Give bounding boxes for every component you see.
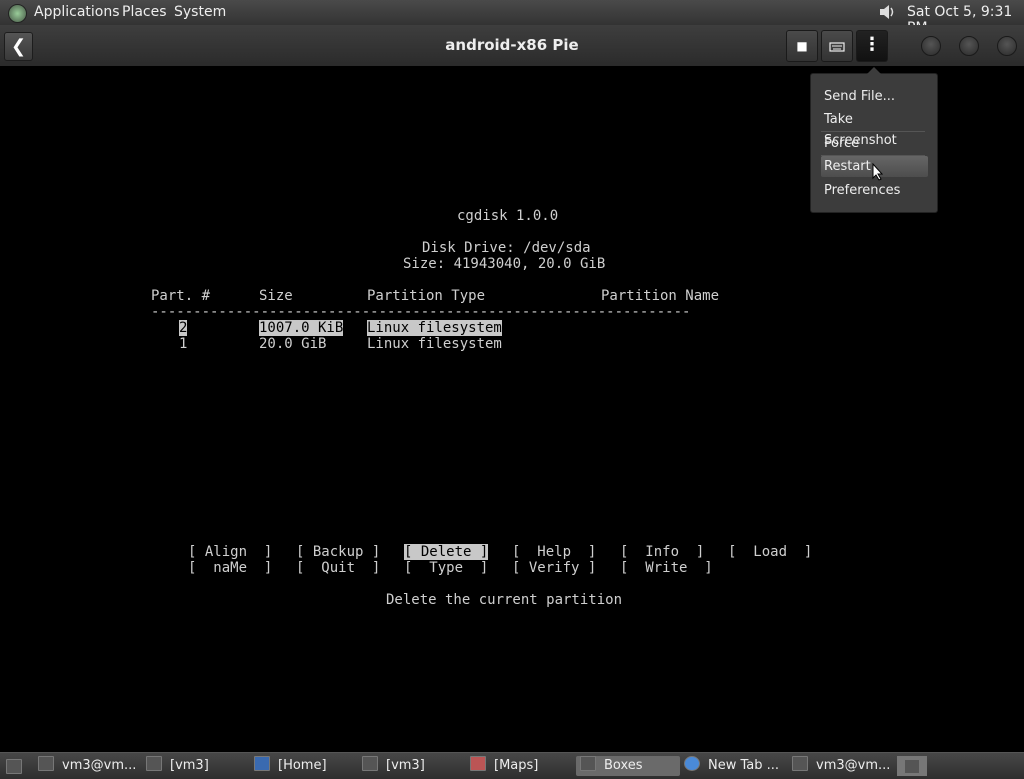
stop-icon: ■: [796, 39, 808, 53]
taskbar-item[interactable]: vm3@vm...: [38, 756, 138, 776]
force-shutdown-item[interactable]: Force Shutdown: [821, 133, 928, 172]
minimize-button[interactable]: [921, 36, 941, 56]
send-file-item[interactable]: Send File...: [821, 86, 928, 107]
action-help[interactable]: [ Help ]: [512, 544, 596, 560]
places-menu[interactable]: Places: [122, 4, 167, 20]
taskbar-item[interactable]: [Maps]: [470, 756, 570, 776]
system-menu[interactable]: System: [174, 4, 226, 20]
applications-menu[interactable]: Applications: [34, 4, 120, 20]
part-size: 1007.0 KiB: [259, 320, 344, 336]
action-name[interactable]: [ naMe ]: [188, 560, 272, 576]
volume-icon[interactable]: [878, 3, 896, 21]
taskbar-item-label: vm3@vm...: [816, 758, 891, 773]
stop-button[interactable]: ■: [786, 30, 818, 62]
part-size: 20.0 GiB: [259, 336, 327, 352]
boxes-headerbar: ❮ android-x86 Pie ■ ⋮: [0, 25, 1024, 67]
part-number: 1: [179, 336, 188, 352]
disk-size-label: Size: 41943040, 20.0 GiB: [403, 256, 606, 272]
keyboard-button[interactable]: [821, 30, 853, 62]
column-header-part: Part. #: [151, 288, 211, 304]
gnome-foot-icon[interactable]: [8, 4, 27, 23]
workspace-switcher[interactable]: [897, 756, 927, 776]
part-number: 2: [179, 320, 188, 336]
close-button[interactable]: [997, 36, 1017, 56]
mouse-pointer-icon: [872, 163, 884, 181]
show-desktop-button[interactable]: [2, 756, 24, 776]
action-backup[interactable]: [ Backup ]: [296, 544, 380, 560]
taskbar-item[interactable]: [vm3]: [362, 756, 462, 776]
taskbar-item-label: vm3@vm...: [62, 758, 137, 773]
boxes-icon: [904, 759, 920, 774]
part-type: Linux filesystem: [367, 336, 502, 352]
action-align[interactable]: [ Align ]: [188, 544, 272, 560]
preferences-item[interactable]: Preferences: [821, 180, 928, 201]
taskbar-item[interactable]: New Tab ...: [684, 756, 788, 776]
column-header-name: Partition Name: [601, 288, 720, 304]
terminal-icon: [38, 756, 54, 771]
table-separator: ----------------------------------------…: [151, 304, 691, 320]
maximize-button[interactable]: [959, 36, 979, 56]
status-text: Delete the current partition: [386, 592, 623, 608]
taskbar-item[interactable]: [Home]: [254, 756, 354, 776]
keyboard-icon: [829, 42, 845, 52]
taskbar-item[interactable]: [vm3]: [146, 756, 246, 776]
disk-drive-label: Disk Drive: /dev/sda: [422, 240, 591, 256]
action-type[interactable]: [ Type ]: [404, 560, 488, 576]
taskbar-item-label: New Tab ...: [708, 758, 780, 773]
action-quit[interactable]: [ Quit ]: [296, 560, 380, 576]
menu-button[interactable]: ⋮: [856, 30, 888, 62]
action-verify[interactable]: [ Verify ]: [512, 560, 596, 576]
vm-actions-popover: Send File... Take Screenshot Force Shutd…: [810, 67, 938, 213]
take-screenshot-item[interactable]: Take Screenshot: [821, 109, 928, 148]
taskbar-item-label: [vm3]: [170, 758, 209, 773]
taskbar-item-boxes[interactable]: Boxes: [576, 756, 680, 776]
boxes-icon: [580, 756, 596, 771]
taskbar-item-label: [vm3]: [386, 758, 425, 773]
app-title: cgdisk 1.0.0: [457, 208, 559, 224]
folder-icon: [146, 756, 162, 771]
taskbar-item-label: Boxes: [604, 758, 643, 773]
action-write[interactable]: [ Write ]: [620, 560, 713, 576]
action-load[interactable]: [ Load ]: [728, 544, 812, 560]
browser-icon: [684, 756, 700, 771]
column-header-size: Size: [259, 288, 293, 304]
vertical-dots-icon: ⋮: [863, 34, 881, 55]
document-icon: [254, 756, 270, 771]
column-header-type: Partition Type: [367, 288, 486, 304]
bottom-taskbar: vm3@vm... [vm3] [Home] [vm3] [Maps] Boxe…: [0, 752, 1024, 779]
top-panel: Applications Places System Sat Oct 5, 9:…: [0, 0, 1024, 36]
action-delete[interactable]: [ Delete ]: [404, 544, 489, 560]
part-type: Linux filesystem: [367, 320, 502, 336]
taskbar-item-label: [Home]: [278, 758, 327, 773]
action-info[interactable]: [ Info ]: [620, 544, 704, 560]
taskbar-item[interactable]: vm3@vm...: [792, 756, 892, 776]
maps-icon: [470, 756, 486, 771]
folder-icon: [362, 756, 378, 771]
terminal-icon: [792, 756, 808, 771]
taskbar-item-label: [Maps]: [494, 758, 539, 773]
desktop-icon: [6, 759, 22, 774]
menu-separator: [821, 131, 925, 132]
